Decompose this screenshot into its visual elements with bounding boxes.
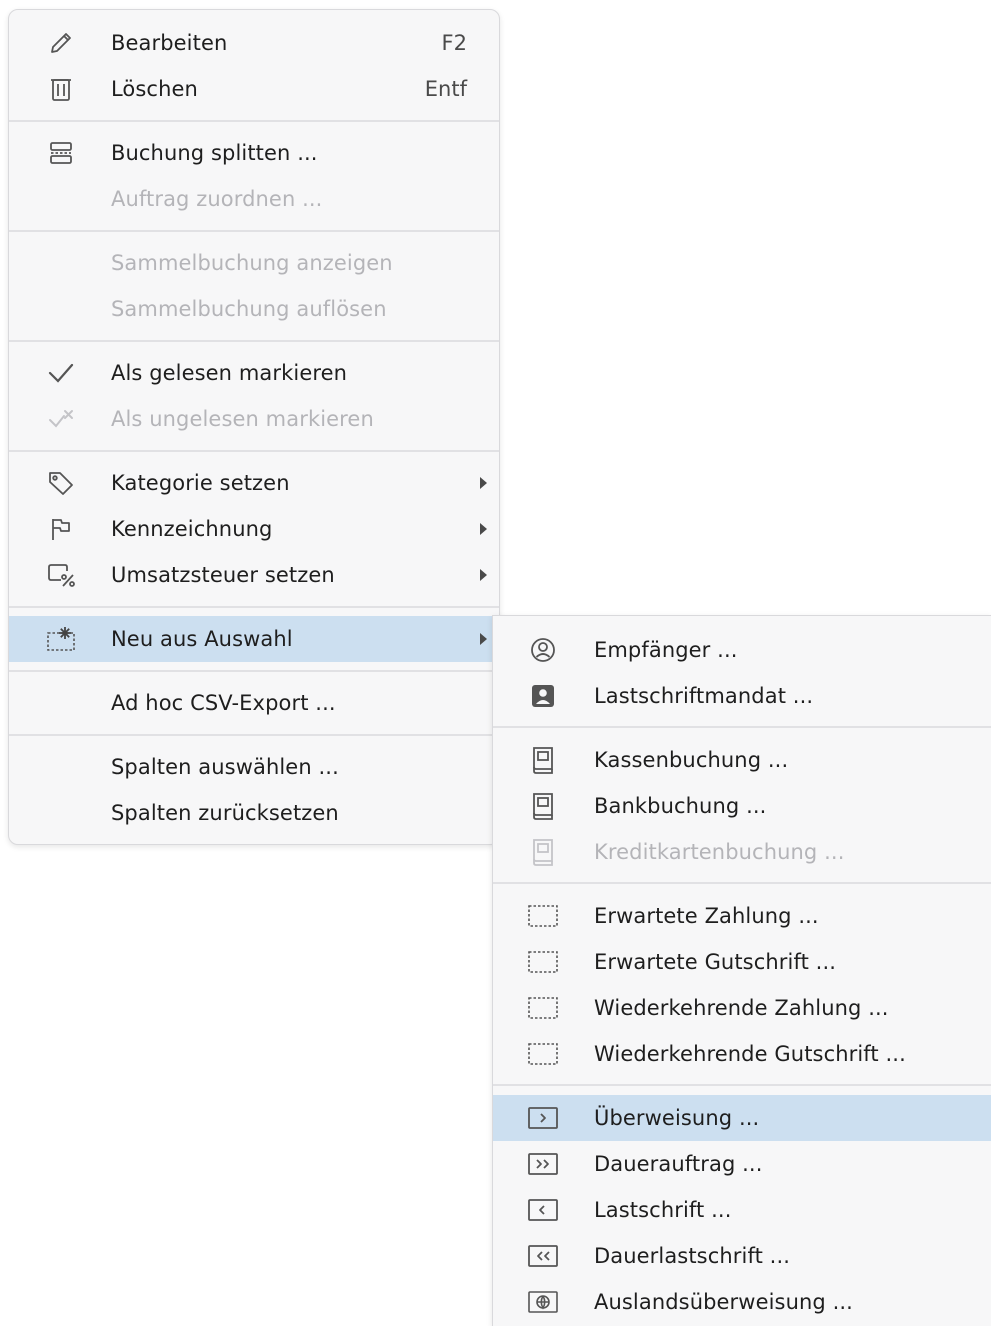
menu-item-label: Ad hoc CSV-Export ... <box>111 691 336 715</box>
submenu-item-label: Empfänger ... <box>594 638 738 662</box>
new-from-selection-icon <box>45 623 77 655</box>
menu-item-als-ungelesen-markieren: Als ungelesen markieren <box>9 396 499 442</box>
flag-icon <box>45 513 77 545</box>
menu-separator <box>493 726 991 728</box>
menu-item-bearbeiten[interactable]: Bearbeiten F2 <box>9 20 499 66</box>
submenu-item-erwartete-zahlung[interactable]: Erwartete Zahlung ... <box>493 893 991 939</box>
submenu-item-erwartete-gutschrift[interactable]: Erwartete Gutschrift ... <box>493 939 991 985</box>
submenu-item-label: Wiederkehrende Gutschrift ... <box>594 1042 906 1066</box>
dashed-box-icon <box>527 992 559 1024</box>
menu-item-loeschen[interactable]: Löschen Entf <box>9 66 499 112</box>
submenu-item-label: Bankbuchung ... <box>594 794 767 818</box>
submenu-item-kreditkartenbuchung: Kreditkartenbuchung ... <box>493 829 991 875</box>
menu-item-spalten-zuruecksetzen[interactable]: Spalten zurücksetzen <box>9 790 499 836</box>
dashed-box-icon <box>527 946 559 978</box>
menu-separator <box>9 340 499 342</box>
menu-item-label: Kennzeichnung <box>111 517 273 541</box>
context-menu: Bearbeiten F2 Löschen Entf Buchung split… <box>8 9 500 845</box>
submenu-item-dauerlastschrift[interactable]: Dauerlastschrift ... <box>493 1233 991 1279</box>
split-icon <box>45 137 77 169</box>
submenu-item-dauerauftrag[interactable]: Dauerauftrag ... <box>493 1141 991 1187</box>
person-circle-icon <box>527 634 559 666</box>
submenu-item-label: Auslandsüberweisung ... <box>594 1290 853 1314</box>
menu-item-kennzeichnung[interactable]: Kennzeichnung <box>9 506 499 552</box>
foreign-transfer-icon <box>527 1286 559 1318</box>
submenu-item-label: Kreditkartenbuchung ... <box>594 840 845 864</box>
submenu-arrow-icon <box>480 477 487 489</box>
submenu-item-label: Lastschrift ... <box>594 1198 732 1222</box>
submenu-item-bankbuchung[interactable]: Bankbuchung ... <box>493 783 991 829</box>
submenu-item-kassenbuchung[interactable]: Kassenbuchung ... <box>493 737 991 783</box>
standing-order-icon <box>527 1148 559 1180</box>
dashed-box-icon <box>527 1038 559 1070</box>
menu-separator <box>9 670 499 672</box>
menu-item-label: Umsatzsteuer setzen <box>111 563 335 587</box>
submenu-item-auslandsueberweisung[interactable]: Auslandsüberweisung ... <box>493 1279 991 1325</box>
tag-icon <box>45 467 77 499</box>
shortcut-label: Entf <box>424 77 467 101</box>
menu-separator <box>9 450 499 452</box>
menu-item-spalten-auswaehlen[interactable]: Spalten auswählen ... <box>9 744 499 790</box>
submenu-item-label: Lastschriftmandat ... <box>594 684 814 708</box>
uncheck-icon <box>45 403 77 435</box>
menu-item-neu-aus-auswahl[interactable]: Neu aus Auswahl <box>9 616 499 662</box>
menu-item-label: Kategorie setzen <box>111 471 290 495</box>
transfer-icon <box>527 1102 559 1134</box>
mandate-icon <box>527 680 559 712</box>
menu-item-kategorie-setzen[interactable]: Kategorie setzen <box>9 460 499 506</box>
menu-item-sammelbuchung-aufloesen: Sammelbuchung auflösen <box>9 286 499 332</box>
recurring-debit-icon <box>527 1240 559 1272</box>
checkmark-icon <box>45 357 77 389</box>
menu-item-auftrag-zuordnen: Auftrag zuordnen ... <box>9 176 499 222</box>
menu-item-label: Auftrag zuordnen ... <box>111 187 323 211</box>
menu-separator <box>9 120 499 122</box>
book-icon <box>527 744 559 776</box>
submenu-item-label: Kassenbuchung ... <box>594 748 789 772</box>
menu-item-sammelbuchung-anzeigen: Sammelbuchung anzeigen <box>9 240 499 286</box>
submenu-arrow-icon <box>480 569 487 581</box>
submenu-arrow-icon <box>480 523 487 535</box>
book-icon <box>527 836 559 868</box>
submenu-item-label: Erwartete Zahlung ... <box>594 904 819 928</box>
menu-separator <box>9 734 499 736</box>
submenu-item-ueberweisung[interactable]: Überweisung ... <box>493 1095 991 1141</box>
submenu-item-label: Dauerlastschrift ... <box>594 1244 791 1268</box>
menu-item-umsatzsteuer-setzen[interactable]: Umsatzsteuer setzen <box>9 552 499 598</box>
menu-separator <box>9 606 499 608</box>
submenu-item-label: Überweisung ... <box>594 1106 760 1130</box>
trash-icon <box>45 73 77 105</box>
menu-item-label: Sammelbuchung auflösen <box>111 297 387 321</box>
submenu-item-label: Dauerauftrag ... <box>594 1152 763 1176</box>
submenu-item-wiederkehrende-gutschrift[interactable]: Wiederkehrende Gutschrift ... <box>493 1031 991 1077</box>
menu-item-buchung-splitten[interactable]: Buchung splitten ... <box>9 130 499 176</box>
submenu-item-label: Erwartete Gutschrift ... <box>594 950 837 974</box>
book-icon <box>527 790 559 822</box>
menu-item-label: Spalten auswählen ... <box>111 755 339 779</box>
submenu-item-empfaenger[interactable]: Empfänger ... <box>493 627 991 673</box>
menu-separator <box>493 1084 991 1086</box>
menu-item-label: Spalten zurücksetzen <box>111 801 339 825</box>
menu-item-label: Buchung splitten ... <box>111 141 318 165</box>
submenu-item-label: Wiederkehrende Zahlung ... <box>594 996 889 1020</box>
menu-separator <box>493 882 991 884</box>
submenu-item-lastschriftmandat[interactable]: Lastschriftmandat ... <box>493 673 991 719</box>
menu-item-label: Sammelbuchung anzeigen <box>111 251 393 275</box>
submenu-neu-aus-auswahl: Empfänger ... Lastschriftmandat ... Kass… <box>492 615 991 1326</box>
submenu-item-lastschrift[interactable]: Lastschrift ... <box>493 1187 991 1233</box>
menu-item-label: Als gelesen markieren <box>111 361 348 385</box>
menu-item-label: Als ungelesen markieren <box>111 407 374 431</box>
submenu-arrow-icon <box>480 633 487 645</box>
menu-item-label: Löschen <box>111 77 198 101</box>
menu-item-label: Neu aus Auswahl <box>111 627 293 651</box>
menu-separator <box>9 230 499 232</box>
tax-percent-icon <box>45 559 77 591</box>
shortcut-label: F2 <box>441 31 467 55</box>
submenu-item-wiederkehrende-zahlung[interactable]: Wiederkehrende Zahlung ... <box>493 985 991 1031</box>
menu-item-als-gelesen-markieren[interactable]: Als gelesen markieren <box>9 350 499 396</box>
menu-item-label: Bearbeiten <box>111 31 228 55</box>
pencil-icon <box>45 27 77 59</box>
dashed-box-icon <box>527 900 559 932</box>
menu-item-ad-hoc-csv-export[interactable]: Ad hoc CSV-Export ... <box>9 680 499 726</box>
direct-debit-icon <box>527 1194 559 1226</box>
